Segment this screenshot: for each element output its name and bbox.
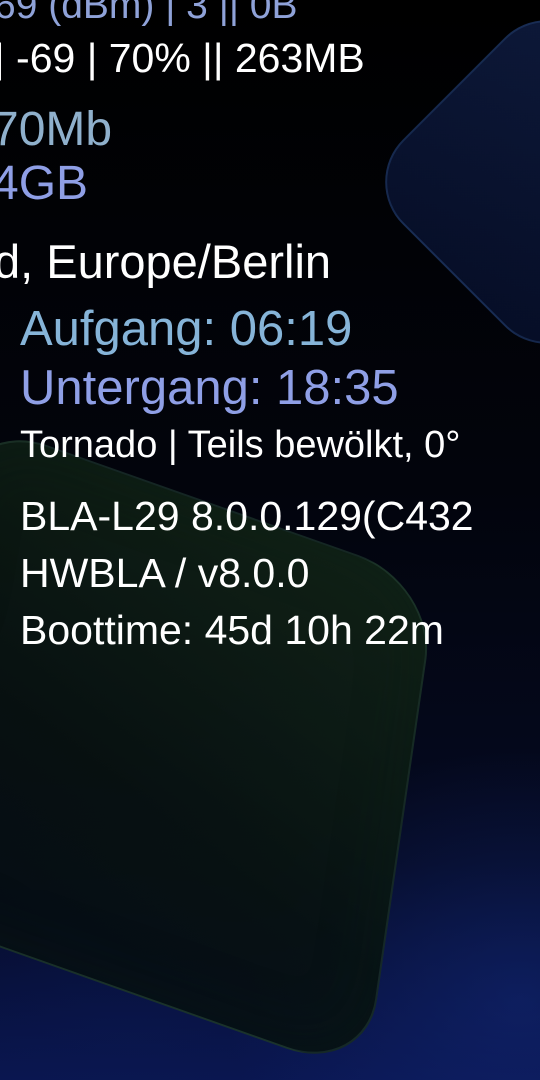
boottime-line: Boottime: 45d 10h 22m [20, 607, 444, 653]
location-timezone-line: d, Europe/Berlin [0, 235, 332, 288]
wallpaper-tile-blue [360, 0, 540, 369]
home-screen: 69 (dBm) | 3 || 0B | -69 | 70% || 263MB … [0, 0, 540, 1080]
storage-line: 4GB [0, 157, 89, 210]
sunrise-time: Aufgang: 06:19 [20, 302, 353, 356]
signal-strength-line: 69 (dBm) | 3 || 0B [0, 0, 298, 27]
network-speed-line: 70Mb [0, 103, 113, 156]
device-build-line: BLA-L29 8.0.0.129(C432 [20, 493, 474, 539]
weather-line: Tornado | Teils bewölkt, 0° [20, 424, 461, 466]
sunset-time: Untergang: 18:35 [20, 361, 399, 415]
device-model-line: HWBLA / v8.0.0 [20, 550, 310, 596]
signal-stats-line: | -69 | 70% || 263MB [0, 35, 365, 81]
